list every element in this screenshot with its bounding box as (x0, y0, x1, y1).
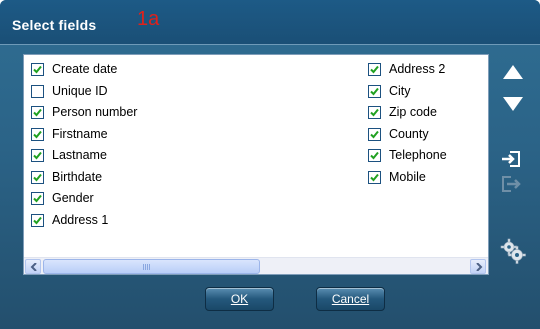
checkbox-checked[interactable] (31, 62, 44, 76)
scroll-left-button[interactable] (25, 259, 41, 274)
scroll-right-button[interactable] (470, 259, 486, 274)
title-bar[interactable]: Select fields 1a (0, 0, 540, 45)
checkbox-checked[interactable] (31, 191, 44, 205)
scroll-grip (143, 264, 151, 270)
checkbox-checked[interactable] (368, 148, 381, 162)
annotation-marker: 1a (137, 8, 160, 30)
field-checkbox-item[interactable]: County (368, 126, 429, 142)
horizontal-scrollbar[interactable] (24, 257, 488, 274)
checkmark-icon (33, 65, 42, 73)
checkbox-checked[interactable] (368, 62, 381, 76)
checkmark-icon (33, 216, 42, 224)
checkbox-checked[interactable] (31, 127, 44, 141)
field-label: Mobile (389, 170, 426, 184)
checkmark-icon (33, 130, 42, 138)
field-checkbox-item[interactable]: Birthdate (31, 169, 102, 185)
checkbox-checked[interactable] (31, 105, 44, 119)
dialog-title: Select fields (12, 17, 97, 33)
field-checkbox-item[interactable]: Create date (31, 61, 117, 77)
field-label: Create date (52, 62, 118, 76)
field-checkbox-item[interactable]: Lastname (31, 147, 107, 163)
checkbox-checked[interactable] (31, 170, 44, 184)
gears-icon[interactable] (500, 238, 526, 264)
checkbox-checked[interactable] (368, 84, 381, 98)
checkmark-icon (370, 65, 379, 73)
field-checkbox-item[interactable]: City (368, 83, 411, 99)
checkmark-icon (370, 87, 379, 95)
import-icon[interactable] (501, 150, 521, 168)
field-checkbox-item[interactable]: Unique ID (31, 83, 108, 99)
ok-button-label: OK (230, 292, 249, 306)
field-checkbox-item[interactable]: Firstname (31, 126, 108, 142)
field-label: Firstname (52, 127, 108, 141)
select-fields-dialog: Select fields 1a Create date Unique ID Per… (0, 0, 540, 329)
field-label: City (389, 84, 411, 98)
checkmark-icon (33, 194, 42, 202)
checkmark-icon (370, 173, 379, 181)
checkmark-icon (370, 151, 379, 159)
checkbox-unchecked[interactable] (31, 84, 44, 98)
field-label: Address 1 (52, 213, 109, 227)
field-checkbox-item[interactable]: Address 1 (31, 212, 108, 228)
fields-listbox[interactable]: Create date Unique ID Person number Firstna… (23, 54, 489, 275)
arrow-down-icon[interactable] (502, 96, 524, 112)
checkmark-icon (33, 108, 42, 116)
field-label: Address 2 (389, 62, 446, 76)
scroll-thumb[interactable] (43, 259, 260, 274)
field-label: Birthdate (52, 170, 103, 184)
checkbox-checked[interactable] (31, 213, 44, 227)
checkmark-icon (33, 173, 42, 181)
field-checkbox-item[interactable]: Person number (31, 104, 137, 120)
field-checkbox-item[interactable]: Gender (31, 190, 94, 206)
chevron-right-icon (476, 263, 483, 271)
chevron-left-icon (30, 263, 37, 271)
field-label: Person number (52, 105, 138, 119)
field-label: Telephone (389, 148, 447, 162)
field-checkbox-item[interactable]: Mobile (368, 169, 426, 185)
checkmark-icon (370, 108, 379, 116)
ok-button[interactable]: OK (205, 287, 274, 311)
field-label: Lastname (52, 148, 107, 162)
field-checkbox-item[interactable]: Address 2 (368, 61, 445, 77)
checkbox-checked[interactable] (368, 170, 381, 184)
field-checkbox-item[interactable]: Zip code (368, 104, 437, 120)
cancel-button-label: Cancel (331, 292, 370, 306)
checkbox-checked[interactable] (368, 127, 381, 141)
field-label: County (389, 127, 429, 141)
field-checkbox-item[interactable]: Telephone (368, 147, 447, 163)
field-label: Zip code (389, 105, 437, 119)
arrow-up-icon[interactable] (502, 64, 524, 80)
checkbox-checked[interactable] (368, 105, 381, 119)
checkbox-checked[interactable] (31, 148, 44, 162)
cancel-button[interactable]: Cancel (316, 287, 385, 311)
export-icon (502, 176, 521, 192)
checkmark-icon (33, 151, 42, 159)
fields-list-area: Create date Unique ID Person number Firstna… (24, 55, 488, 257)
field-label: Unique ID (52, 84, 108, 98)
checkmark-icon (370, 130, 379, 138)
field-label: Gender (52, 191, 94, 205)
